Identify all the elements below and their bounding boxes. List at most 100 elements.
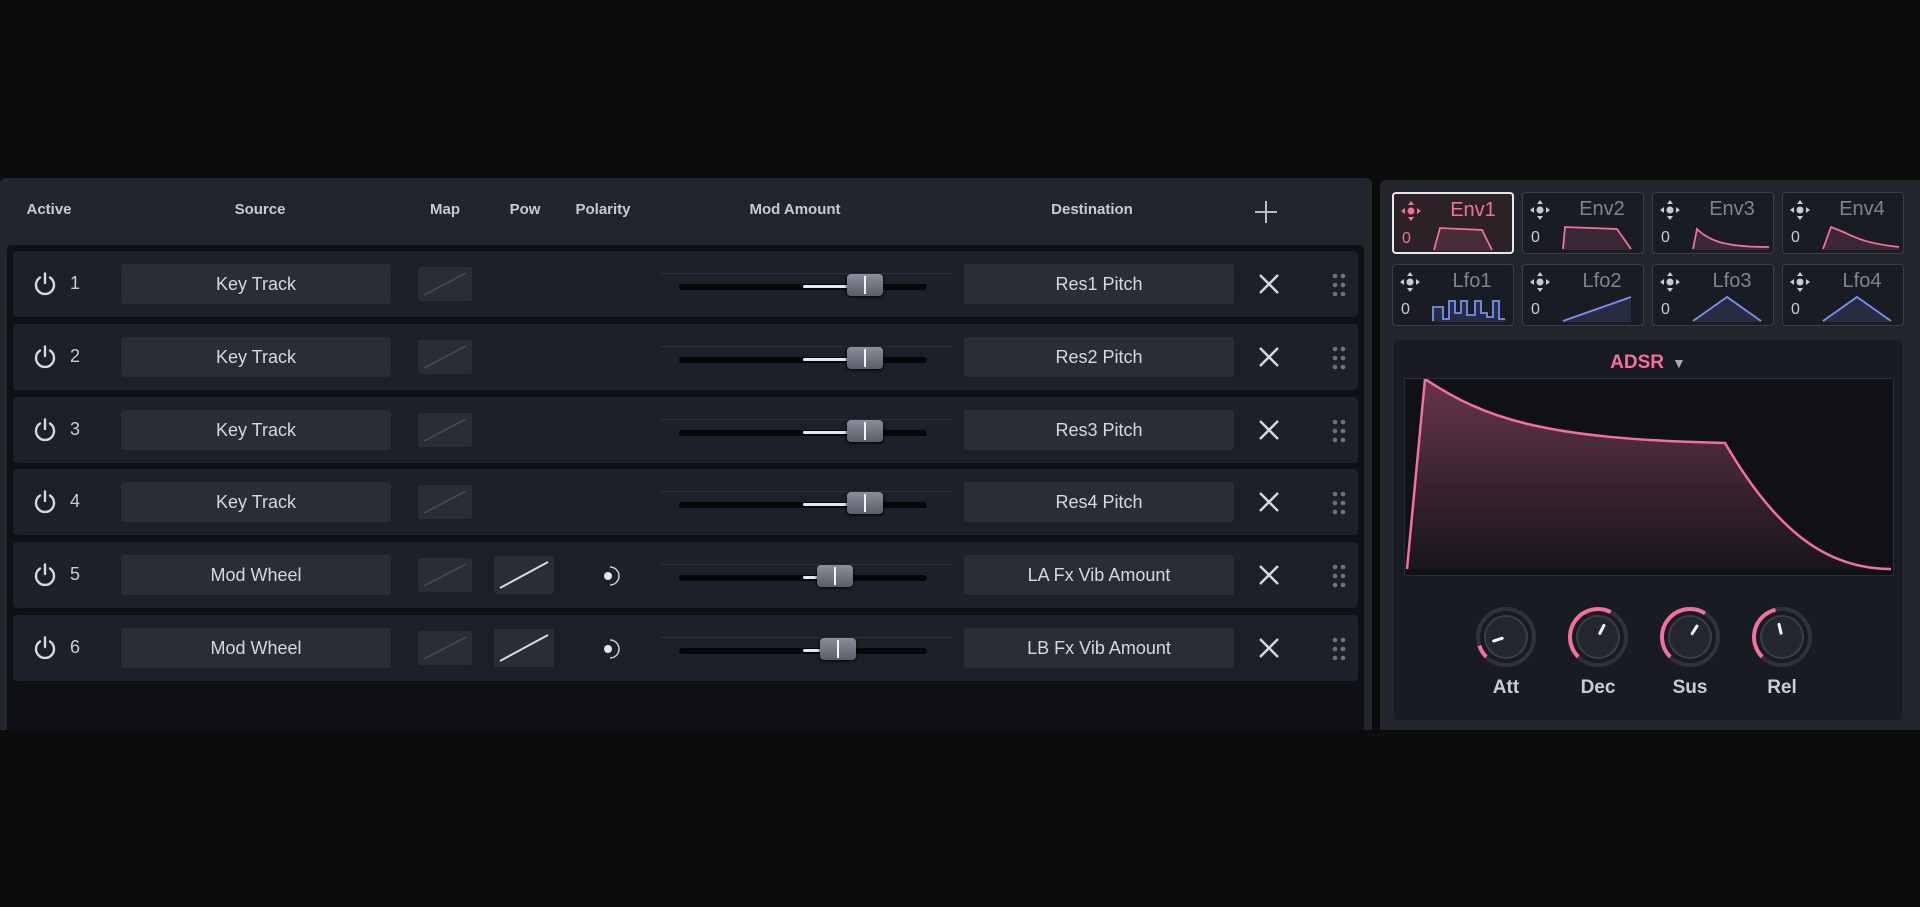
slider-thumb[interactable] (847, 420, 883, 442)
destination-select[interactable]: LB Fx Vib Amount (964, 628, 1234, 668)
mod-amount-slider[interactable] (661, 560, 951, 590)
add-row-button[interactable] (1252, 198, 1280, 226)
waveform-icon (1692, 295, 1762, 322)
drag-handle-icon[interactable] (1332, 273, 1346, 297)
knob-label: Dec (1580, 677, 1616, 698)
mod-amount-slider[interactable] (661, 487, 951, 517)
knob-dial[interactable] (1566, 605, 1630, 669)
power-icon[interactable] (32, 562, 58, 588)
mod-source-panel: Env1 0 Env2 0 Env3 0 Env4 0 Lfo1 0 Lfo2 … (1380, 180, 1920, 730)
remove-row-icon[interactable] (1256, 344, 1282, 370)
header-source: Source (234, 201, 286, 218)
map-curve-button[interactable] (418, 413, 472, 447)
slider-thumb[interactable] (847, 492, 883, 514)
waveform-icon (1692, 227, 1770, 250)
remove-row-icon[interactable] (1256, 271, 1282, 297)
waveform-icon (1432, 300, 1505, 322)
power-icon[interactable] (32, 489, 58, 515)
power-icon[interactable] (32, 344, 58, 370)
source-select[interactable]: Mod Wheel (121, 555, 391, 595)
mod-source-tile[interactable]: Lfo4 0 (1782, 264, 1904, 326)
knob-dial[interactable] (1474, 605, 1538, 669)
knob-dial[interactable] (1750, 605, 1814, 669)
envelope-mode-label: ADSR (1610, 352, 1664, 373)
slider-thumb[interactable] (817, 565, 854, 587)
knob-label: Att (1492, 677, 1520, 698)
knob-att[interactable]: Att (1466, 605, 1546, 705)
drag-handle-icon[interactable] (1332, 637, 1346, 661)
pow-curve-button[interactable] (494, 556, 554, 594)
move-icon[interactable] (1659, 271, 1681, 293)
knob-dec[interactable]: Dec (1558, 605, 1638, 705)
map-curve-button[interactable] (418, 485, 472, 519)
caret-down-icon: ▼ (1671, 355, 1686, 371)
envelope-graph[interactable] (1404, 376, 1894, 576)
source-select[interactable]: Mod Wheel (121, 628, 391, 668)
drag-handle-icon[interactable] (1332, 346, 1346, 370)
source-value: 0 (1401, 301, 1410, 318)
mod-amount-slider[interactable] (661, 269, 951, 299)
slider-thumb[interactable] (847, 347, 883, 369)
pow-curve-button[interactable] (494, 629, 554, 667)
move-icon[interactable] (1399, 271, 1421, 293)
drag-handle-icon[interactable] (1332, 419, 1346, 443)
map-curve-button[interactable] (418, 267, 472, 301)
remove-row-icon[interactable] (1256, 489, 1282, 515)
slider-thumb[interactable] (819, 638, 856, 660)
source-select[interactable]: Key Track (121, 337, 391, 377)
move-icon[interactable] (1529, 271, 1551, 293)
matrix-header: Active Source Map Pow Polarity Mod Amoun… (0, 178, 1372, 242)
map-curve-button[interactable] (418, 631, 472, 665)
slider-thumb[interactable] (847, 274, 883, 296)
knob-rel[interactable]: Rel (1742, 605, 1822, 705)
power-icon[interactable] (32, 635, 58, 661)
mod-amount-slider[interactable] (661, 415, 951, 445)
remove-row-icon[interactable] (1256, 635, 1282, 661)
power-icon[interactable] (32, 271, 58, 297)
slider-groove (661, 419, 951, 420)
mod-amount-slider[interactable] (661, 342, 951, 372)
mod-source-tile[interactable]: Env1 0 (1392, 192, 1514, 254)
mod-source-tile[interactable]: Env3 0 (1652, 192, 1774, 254)
polarity-icon[interactable] (599, 638, 621, 660)
destination-select[interactable]: Res3 Pitch (964, 410, 1234, 450)
destination-select[interactable]: LA Fx Vib Amount (964, 555, 1234, 595)
mod-source-tile[interactable]: Lfo3 0 (1652, 264, 1774, 326)
mod-amount-slider[interactable] (661, 633, 951, 663)
move-icon[interactable] (1659, 199, 1681, 221)
envelope-editor: ADSR ▼ Att Dec Sus Rel (1394, 340, 1902, 720)
remove-row-icon[interactable] (1256, 562, 1282, 588)
mod-source-tile[interactable]: Lfo1 0 (1392, 264, 1514, 326)
source-name: Lfo3 (1712, 270, 1752, 292)
row-number: 6 (70, 637, 81, 657)
move-icon[interactable] (1789, 271, 1811, 293)
move-icon[interactable] (1789, 199, 1811, 221)
knob-dial[interactable] (1658, 605, 1722, 669)
source-select[interactable]: Key Track (121, 482, 391, 522)
knob-sus[interactable]: Sus (1650, 605, 1730, 705)
slider-groove (661, 273, 951, 274)
move-icon[interactable] (1529, 199, 1551, 221)
destination-select[interactable]: Res2 Pitch (964, 337, 1234, 377)
polarity-icon[interactable] (599, 565, 621, 587)
envelope-mode-select[interactable]: ADSR ▼ (1394, 352, 1902, 374)
mod-source-tile[interactable]: Env4 0 (1782, 192, 1904, 254)
row-number: 4 (70, 491, 81, 511)
row-number: 5 (70, 564, 81, 584)
power-icon[interactable] (32, 417, 58, 443)
drag-handle-icon[interactable] (1332, 564, 1346, 588)
source-name: Lfo4 (1842, 270, 1882, 292)
destination-select[interactable]: Res4 Pitch (964, 482, 1234, 522)
mod-source-tile[interactable]: Lfo2 0 (1522, 264, 1644, 326)
source-select[interactable]: Key Track (121, 264, 391, 304)
matrix-row: 1 Key Track Res1 Pitch (13, 251, 1358, 317)
map-curve-button[interactable] (418, 340, 472, 374)
drag-handle-icon[interactable] (1332, 491, 1346, 515)
source-select[interactable]: Key Track (121, 410, 391, 450)
move-icon[interactable] (1400, 200, 1422, 222)
source-value: 0 (1531, 301, 1540, 318)
destination-select[interactable]: Res1 Pitch (964, 264, 1234, 304)
mod-source-tile[interactable]: Env2 0 (1522, 192, 1644, 254)
map-curve-button[interactable] (418, 558, 472, 592)
remove-row-icon[interactable] (1256, 417, 1282, 443)
